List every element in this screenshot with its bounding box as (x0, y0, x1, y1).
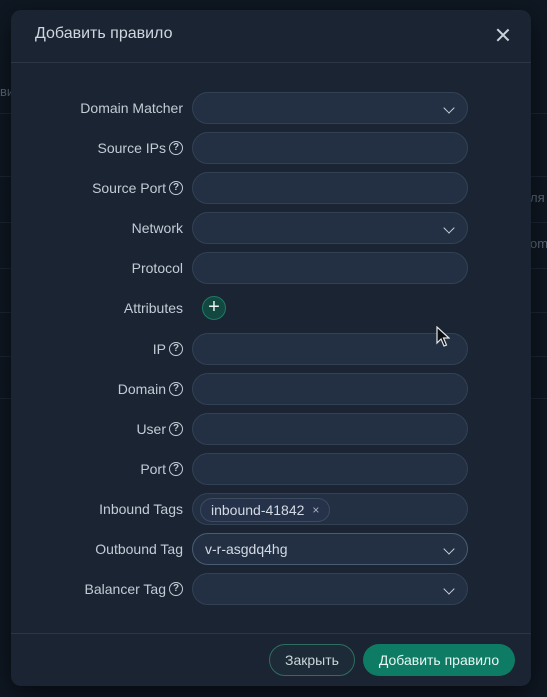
help-icon[interactable]: ? (169, 141, 183, 155)
field-label: Protocol (131, 260, 183, 276)
field-label-wrap: User? (136, 413, 183, 445)
field-label-wrap: Source Port? (92, 172, 183, 204)
help-icon[interactable]: ? (169, 462, 183, 476)
modal-title: Добавить правило (35, 25, 173, 42)
bg-text: oma (530, 236, 547, 251)
form-row-domain: Domain? (11, 373, 531, 405)
mouse-cursor-icon (436, 326, 450, 347)
outbound-tag-select[interactable]: v-r-asgdq4hg (192, 533, 468, 565)
field-label-wrap: Inbound Tags (99, 493, 183, 525)
protocol-input[interactable] (192, 252, 468, 284)
field-label-wrap: Outbound Tag (95, 533, 183, 565)
chevron-down-icon (443, 222, 455, 234)
form-row-user: User? (11, 413, 531, 445)
close-button[interactable]: Закрыть (269, 644, 355, 676)
field-label: Inbound Tags (99, 501, 183, 517)
field-label-wrap: Source IPs? (98, 132, 183, 164)
help-icon[interactable]: ? (169, 582, 183, 596)
source-ips-input[interactable] (192, 132, 468, 164)
network-select[interactable] (192, 212, 468, 244)
field-label-wrap: Domain Matcher (80, 92, 183, 124)
add-rule-modal: Добавить правило Domain Matcher Source IP… (11, 10, 531, 686)
inbound-tags-input[interactable]: inbound-41842 × (192, 493, 468, 525)
field-label: IP (152, 341, 166, 357)
form-row-outbound-tag: Outbound Tag v-r-asgdq4hg (11, 533, 531, 565)
chevron-down-icon (443, 583, 455, 595)
balancer-tag-select[interactable] (192, 573, 468, 605)
chevron-down-icon (443, 543, 455, 555)
ip-input[interactable] (192, 333, 468, 365)
field-label: User (136, 421, 166, 437)
remove-tag-icon[interactable]: × (312, 503, 319, 517)
help-icon[interactable]: ? (169, 422, 183, 436)
add-rule-button[interactable]: Добавить правило (363, 644, 515, 676)
tag-label: inbound-41842 (211, 502, 305, 518)
form-row-inbound-tags: Inbound Tags inbound-41842 × (11, 493, 531, 525)
help-icon[interactable]: ? (169, 342, 183, 356)
field-label: Source Port (92, 180, 166, 196)
chevron-down-icon (443, 102, 455, 114)
source-port-input[interactable] (192, 172, 468, 204)
field-label: Domain (117, 381, 166, 397)
selected-value: v-r-asgdq4hg (205, 541, 288, 557)
modal-header: Добавить правило (11, 10, 531, 63)
field-label-wrap: Port? (140, 453, 183, 485)
field-label: Port (140, 461, 166, 477)
field-label-wrap: IP? (153, 333, 183, 365)
form-row-protocol: Protocol (11, 252, 531, 284)
domain-input[interactable] (192, 373, 468, 405)
form-row-port: Port? (11, 453, 531, 485)
help-icon[interactable]: ? (169, 181, 183, 195)
user-input[interactable] (192, 413, 468, 445)
modal-footer: Закрыть Добавить правило (11, 633, 531, 686)
help-icon[interactable]: ? (169, 382, 183, 396)
form-row-domain-matcher: Domain Matcher (11, 92, 531, 124)
field-label: Domain Matcher (80, 100, 183, 116)
field-label: Attributes (123, 300, 183, 316)
form-row-attributes: Attributes + (11, 292, 531, 324)
field-label-wrap: Domain? (118, 373, 183, 405)
form-row-source-port: Source Port? (11, 172, 531, 204)
field-label-wrap: Protocol (132, 252, 183, 284)
field-label: Network (131, 220, 183, 236)
bg-text: ля (530, 190, 545, 205)
field-label-wrap: Network (132, 212, 183, 244)
domain-matcher-select[interactable] (192, 92, 468, 124)
field-label-wrap: Attributes (124, 292, 183, 324)
inbound-tag-chip: inbound-41842 × (200, 498, 331, 522)
field-label: Outbound Tag (95, 541, 183, 557)
form-row-source-ips: Source IPs? (11, 132, 531, 164)
field-label: Balancer Tag (84, 581, 166, 597)
port-input[interactable] (192, 453, 468, 485)
field-label-wrap: Balancer Tag? (85, 573, 183, 605)
field-label: Source IPs (97, 140, 166, 156)
form-row-ip: IP? (11, 333, 531, 365)
form-row-balancer-tag: Balancer Tag? (11, 573, 531, 605)
close-icon[interactable] (493, 25, 513, 45)
add-attribute-button[interactable]: + (202, 296, 226, 320)
form-row-network: Network (11, 212, 531, 244)
